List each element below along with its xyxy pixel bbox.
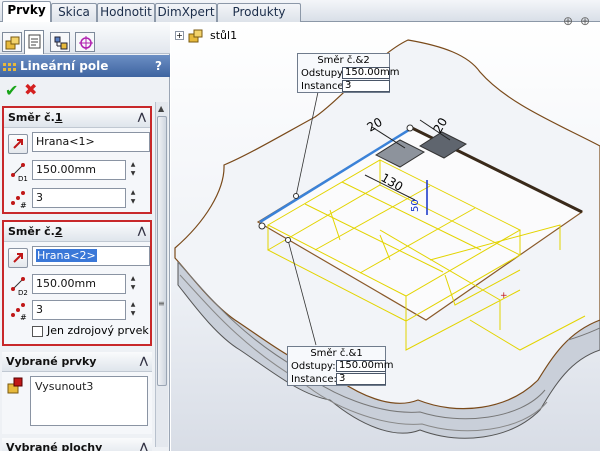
help-button[interactable]: ? <box>155 55 162 77</box>
property-manager-title: Lineární pole ? <box>0 55 170 77</box>
callout-instances-value[interactable]: 3 <box>342 80 390 92</box>
svg-text:D1: D1 <box>18 175 28 182</box>
zoom-area-icon[interactable]: ⊕ <box>580 14 590 28</box>
svg-text:#: # <box>20 313 27 322</box>
title-text: Lineární pole <box>20 59 109 73</box>
callout-instances-label: Instance: <box>301 81 347 92</box>
callout-instances-value[interactable]: 3 <box>336 373 386 385</box>
direction2-callout: Směr č.&2 Odstupy: 150.00mm Instance: 3 <box>297 53 399 93</box>
tab-skica[interactable]: Skica <box>51 3 97 22</box>
callout-title: Směr č.&2 <box>317 55 370 66</box>
direction1-edge-field[interactable]: Hrana<1> <box>32 132 150 152</box>
expand-icon[interactable]: + <box>175 31 184 40</box>
callout-spacing-label: Odstupy: <box>291 361 336 372</box>
direction1-instances-spinner[interactable]: ▲ ▼ <box>128 188 138 208</box>
spacing-d2-icon: D2 <box>11 277 28 296</box>
reverse-direction-icon <box>13 253 23 263</box>
tree-part-label[interactable]: stůl1 <box>210 29 237 42</box>
selected-features-header[interactable]: Vybrané prvky ⋀ <box>2 352 152 372</box>
direction1-instances-input[interactable]: 3 <box>32 188 126 208</box>
configuration-icon <box>54 36 68 50</box>
instances-icon: # <box>11 303 27 322</box>
instances-icon: # <box>11 191 27 210</box>
svg-text:#: # <box>20 201 27 210</box>
selected-faces-header[interactable]: Vybrané plochy ⋀ <box>2 438 152 451</box>
command-manager-tabs: Prvky Skica Hodnotit DimXpert Produkty O… <box>0 0 600 36</box>
ok-button[interactable]: ✔ <box>5 81 18 100</box>
direction1-group: Směr č.1 ⋀ Hrana<1> D1 150.00mm ▲ ▼ # 3 ▲… <box>2 106 152 214</box>
selected-features-group: Vybrané prvky ⋀ Vysunout3 <box>2 352 152 434</box>
property-sheet-icon <box>28 34 41 49</box>
reverse-direction-icon <box>13 139 23 149</box>
collapse-icon[interactable]: ⋀ <box>140 352 148 372</box>
tab-prvky[interactable]: Prvky <box>2 1 51 23</box>
cancel-button[interactable]: ✖ <box>24 80 37 99</box>
direction1-header[interactable]: Směr č.1 ⋀ <box>4 108 150 128</box>
seed-only-label: Jen zdrojový prvek <box>47 324 149 337</box>
tab-produkty-office[interactable]: Produkty Office <box>217 3 301 36</box>
callout-spacing-value[interactable]: 150.00mm <box>336 360 393 372</box>
direction1-spacing-input[interactable]: 150.00mm <box>32 160 126 180</box>
callout-instances-label: Instance: <box>291 374 337 385</box>
property-manager: Lineární pole ? ✔ ✖ Směr č.1 ⋀ Hrana<1> … <box>0 22 170 451</box>
manager-tabs <box>0 22 170 54</box>
direction2-group: Směr č.2 ⋀ Hrana<2> D2 150.00mm ▲ ▼ # 3 ▲… <box>2 220 152 346</box>
part-icon <box>188 29 203 43</box>
direction2-spacing-input[interactable]: 150.00mm <box>32 274 126 294</box>
scrollbar-thumb[interactable] <box>157 116 167 386</box>
collapse-icon[interactable]: ⋀ <box>140 438 148 451</box>
dimxpert-manager-tab[interactable] <box>75 32 95 52</box>
property-manager-tab[interactable] <box>24 30 44 54</box>
callout-spacing-value[interactable]: 150.00mm <box>342 67 399 79</box>
collapse-icon[interactable]: ⋀ <box>138 108 146 128</box>
ok-cancel-row: ✔ ✖ <box>0 79 170 101</box>
direction1-spacing-spinner[interactable]: ▲ ▼ <box>128 160 138 180</box>
scroll-up-icon[interactable]: ▲ <box>158 104 164 113</box>
feature-select-icon <box>7 377 23 394</box>
direction1-callout: Směr č.&1 Odstupy: 150.00mm Instance: 3 <box>287 346 393 386</box>
selected-features-list[interactable]: Vysunout3 <box>30 376 148 426</box>
reverse-direction2-button[interactable] <box>8 248 28 268</box>
crosshair-icon <box>79 36 93 50</box>
direction2-edge-field[interactable]: Hrana<2> <box>32 246 150 266</box>
direction2-instances-input[interactable]: 3 <box>32 300 126 320</box>
direction2-instances-spinner[interactable]: ▲ ▼ <box>128 300 138 320</box>
callout-title: Směr č.&1 <box>310 348 363 359</box>
dimension-label: 50 <box>410 199 421 212</box>
direction2-header[interactable]: Směr č.2 ⋀ <box>4 222 150 242</box>
panel-scrollbar[interactable]: ▲ ≡ <box>155 102 168 447</box>
svg-text:+: + <box>500 291 508 301</box>
spacing-d1-icon: D1 <box>11 163 28 182</box>
list-item[interactable]: Vysunout3 <box>35 380 143 393</box>
callout-spacing-label: Odstupy: <box>301 68 346 79</box>
feature-tree-icon <box>5 36 20 50</box>
reverse-direction1-button[interactable] <box>8 134 28 154</box>
seed-only-checkbox[interactable] <box>32 326 43 337</box>
configuration-manager-tab[interactable] <box>50 32 70 52</box>
grip-icon: ≡ <box>158 299 165 308</box>
svg-text:D2: D2 <box>18 289 28 296</box>
selected-faces-group: Vybrané plochy ⋀ <box>2 438 152 451</box>
tab-dimxpert[interactable]: DimXpert <box>155 3 217 22</box>
zoom-to-fit-icon[interactable]: ⊕ <box>563 14 573 28</box>
collapse-icon[interactable]: ⋀ <box>138 222 146 242</box>
direction2-spacing-spinner[interactable]: ▲ ▼ <box>128 274 138 294</box>
feature-manager-tab[interactable] <box>2 32 22 52</box>
tab-hodnotit[interactable]: Hodnotit <box>97 3 155 22</box>
